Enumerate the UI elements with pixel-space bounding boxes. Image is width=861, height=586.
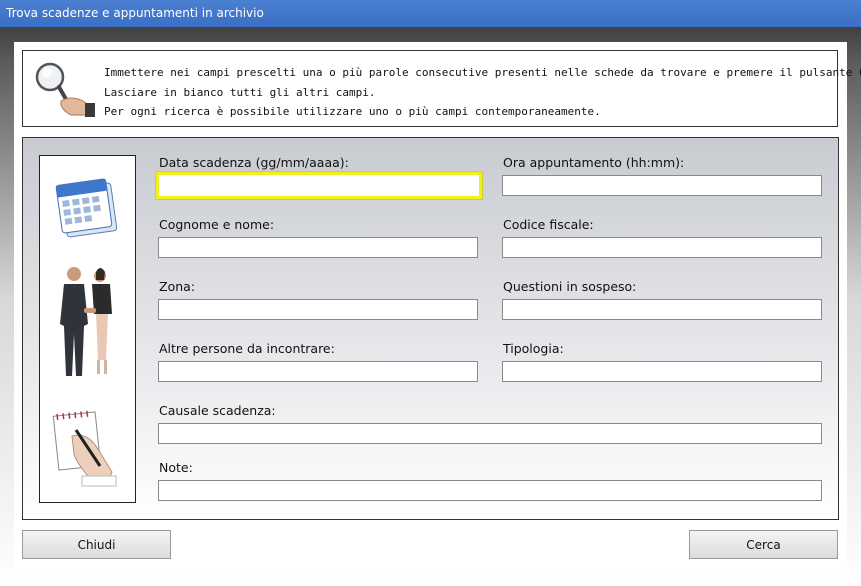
window-titlebar: Trova scadenze e appuntamenti in archivi… <box>0 0 861 27</box>
info-line: Lasciare in bianco tutti gli altri campi… <box>104 85 376 99</box>
cognome-nome-input[interactable] <box>158 237 478 258</box>
illustration-column <box>39 155 136 503</box>
info-panel: Immettere nei campi prescelti una o più … <box>22 50 861 127</box>
tipologia-label: Tipologia: <box>503 341 564 356</box>
calendar-icon <box>55 178 118 238</box>
info-text: Immettere nei campi prescelti una o più … <box>104 63 861 122</box>
business-handshake-icon <box>60 267 112 376</box>
causale-input[interactable] <box>158 423 822 444</box>
questioni-input[interactable] <box>502 299 822 320</box>
hand-writing-notepad-icon <box>52 410 117 487</box>
codice-fiscale-input[interactable] <box>502 237 822 258</box>
zona-label: Zona: <box>159 279 196 294</box>
zona-input[interactable] <box>158 299 478 320</box>
data-scadenza-label: Data scadenza (gg/mm/aaaa): <box>159 155 349 170</box>
altre-persone-input[interactable] <box>158 361 478 382</box>
magnifier-hand-icon <box>35 62 95 117</box>
close-button[interactable]: Chiudi <box>22 530 171 559</box>
cognome-nome-label: Cognome e nome: <box>159 217 275 232</box>
data-scadenza-input[interactable] <box>156 172 482 199</box>
search-button[interactable]: Cerca <box>689 530 838 559</box>
codice-fiscale-label: Codice fiscale: <box>503 217 594 232</box>
ora-appuntamento-label: Ora appuntamento (hh:mm): <box>503 155 685 170</box>
note-input[interactable] <box>158 480 822 501</box>
info-line: Immettere nei campi prescelti una o più … <box>104 66 861 79</box>
questioni-label: Questioni in sospeso: <box>503 279 637 294</box>
window-title: Trova scadenze e appuntamenti in archivi… <box>6 6 264 20</box>
altre-persone-label: Altre persone da incontrare: <box>159 341 335 356</box>
info-line: Per ogni ricerca è possibile utilizzare … <box>104 105 601 118</box>
note-label: Note: <box>159 460 193 475</box>
causale-label: Causale scadenza: <box>159 403 276 418</box>
search-form-panel: Data scadenza (gg/mm/aaaa): Ora appuntam… <box>22 137 839 520</box>
tipologia-input[interactable] <box>502 361 822 382</box>
ora-appuntamento-input[interactable] <box>502 175 822 196</box>
